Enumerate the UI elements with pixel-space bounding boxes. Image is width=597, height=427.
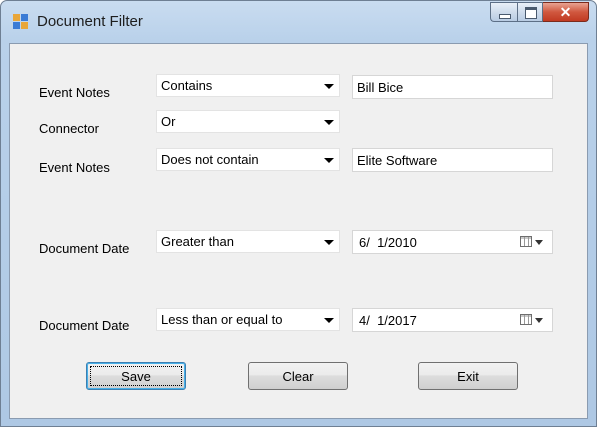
row4-operator-value: Greater than <box>161 234 234 249</box>
row3-value-input[interactable]: Elite Software <box>352 148 553 172</box>
chevron-down-icon <box>324 84 334 89</box>
row5-label: Document Date <box>39 318 130 333</box>
row4-date-value: 6/ 1/2010 <box>359 235 417 250</box>
close-button[interactable]: ✕ <box>543 2 589 22</box>
chevron-down-icon <box>324 158 334 163</box>
row3-operator-select[interactable]: Does not contain <box>156 148 340 171</box>
row3-value-text: Elite Software <box>357 153 438 168</box>
title-bar[interactable]: Document Filter ✕ <box>1 1 596 43</box>
row4-label: Document Date <box>39 241 130 256</box>
row3-operator-value: Does not contain <box>161 152 259 167</box>
row4-calendar-button[interactable] <box>520 236 548 249</box>
maximize-icon <box>525 7 537 19</box>
minimize-icon <box>499 14 511 19</box>
chevron-down-icon <box>324 120 334 125</box>
minimize-button[interactable] <box>490 2 517 22</box>
filter-panel: Event Notes Contains Bill Bice Connector… <box>9 43 588 419</box>
row2-label: Connector <box>39 121 99 136</box>
row1-operator-select[interactable]: Contains <box>156 74 340 97</box>
row1-value-text: Bill Bice <box>357 80 404 95</box>
row1-value-input[interactable]: Bill Bice <box>352 75 553 99</box>
connector-value: Or <box>161 114 176 129</box>
save-button[interactable]: Save <box>86 362 186 390</box>
row5-operator-select[interactable]: Less than or equal to <box>156 308 340 331</box>
focus-rectangle <box>90 366 182 386</box>
chevron-down-icon <box>324 240 334 245</box>
chevron-down-icon <box>535 318 543 323</box>
row5-date-value: 4/ 1/2017 <box>359 313 417 328</box>
row5-calendar-button[interactable] <box>520 314 548 327</box>
chevron-down-icon <box>324 318 334 323</box>
row1-operator-value: Contains <box>161 78 213 93</box>
calendar-icon <box>520 314 532 325</box>
calendar-icon <box>520 236 532 247</box>
window-title: Document Filter <box>37 13 143 30</box>
row4-date-picker[interactable]: 6/ 1/2010 <box>352 230 553 254</box>
exit-button-label: Exit <box>457 368 479 384</box>
close-icon: ✕ <box>559 4 572 20</box>
row4-operator-select[interactable]: Greater than <box>156 230 340 253</box>
app-grid-icon <box>13 14 29 30</box>
connector-select[interactable]: Or <box>156 110 340 133</box>
clear-button[interactable]: Clear <box>248 362 348 390</box>
row5-operator-value: Less than or equal to <box>161 312 283 327</box>
row3-label: Event Notes <box>39 160 110 175</box>
row5-date-picker[interactable]: 4/ 1/2017 <box>352 308 553 332</box>
chevron-down-icon <box>535 240 543 245</box>
maximize-button[interactable] <box>517 2 543 22</box>
clear-button-label: Clear <box>282 368 314 384</box>
exit-button[interactable]: Exit <box>418 362 518 390</box>
caption-buttons: ✕ <box>490 2 589 22</box>
document-filter-window: Document Filter ✕ Event Notes Contains B… <box>0 0 597 427</box>
row1-label: Event Notes <box>39 85 110 100</box>
